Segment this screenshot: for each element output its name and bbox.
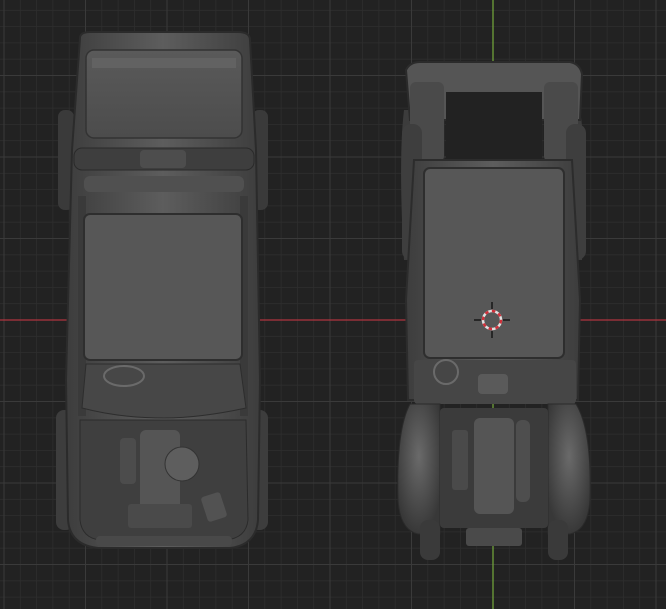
air-cleaner [164,446,200,482]
rear-cross-bar [84,176,244,192]
front-fender-right [547,403,591,535]
coil-pack [452,430,468,490]
radiator-left [128,504,192,528]
front-wheel-left [420,520,440,560]
scene-objects [56,31,591,560]
3d-viewport[interactable] [0,0,666,609]
exhaust-manifold [516,420,530,502]
bed-top-edge [92,58,236,68]
front-fender-left [397,403,441,535]
rear-diff [140,150,186,168]
truck-model-left[interactable] [56,31,268,549]
seat-right [478,374,508,394]
bed-opening [446,92,542,160]
cursor-ring-red [481,309,503,331]
front-wheel-right [548,520,568,560]
intake-left [120,438,136,484]
cab-roof [83,213,243,361]
front-bumper-left [96,536,232,546]
radiator-right [466,528,522,546]
engine-block-right [474,418,514,514]
